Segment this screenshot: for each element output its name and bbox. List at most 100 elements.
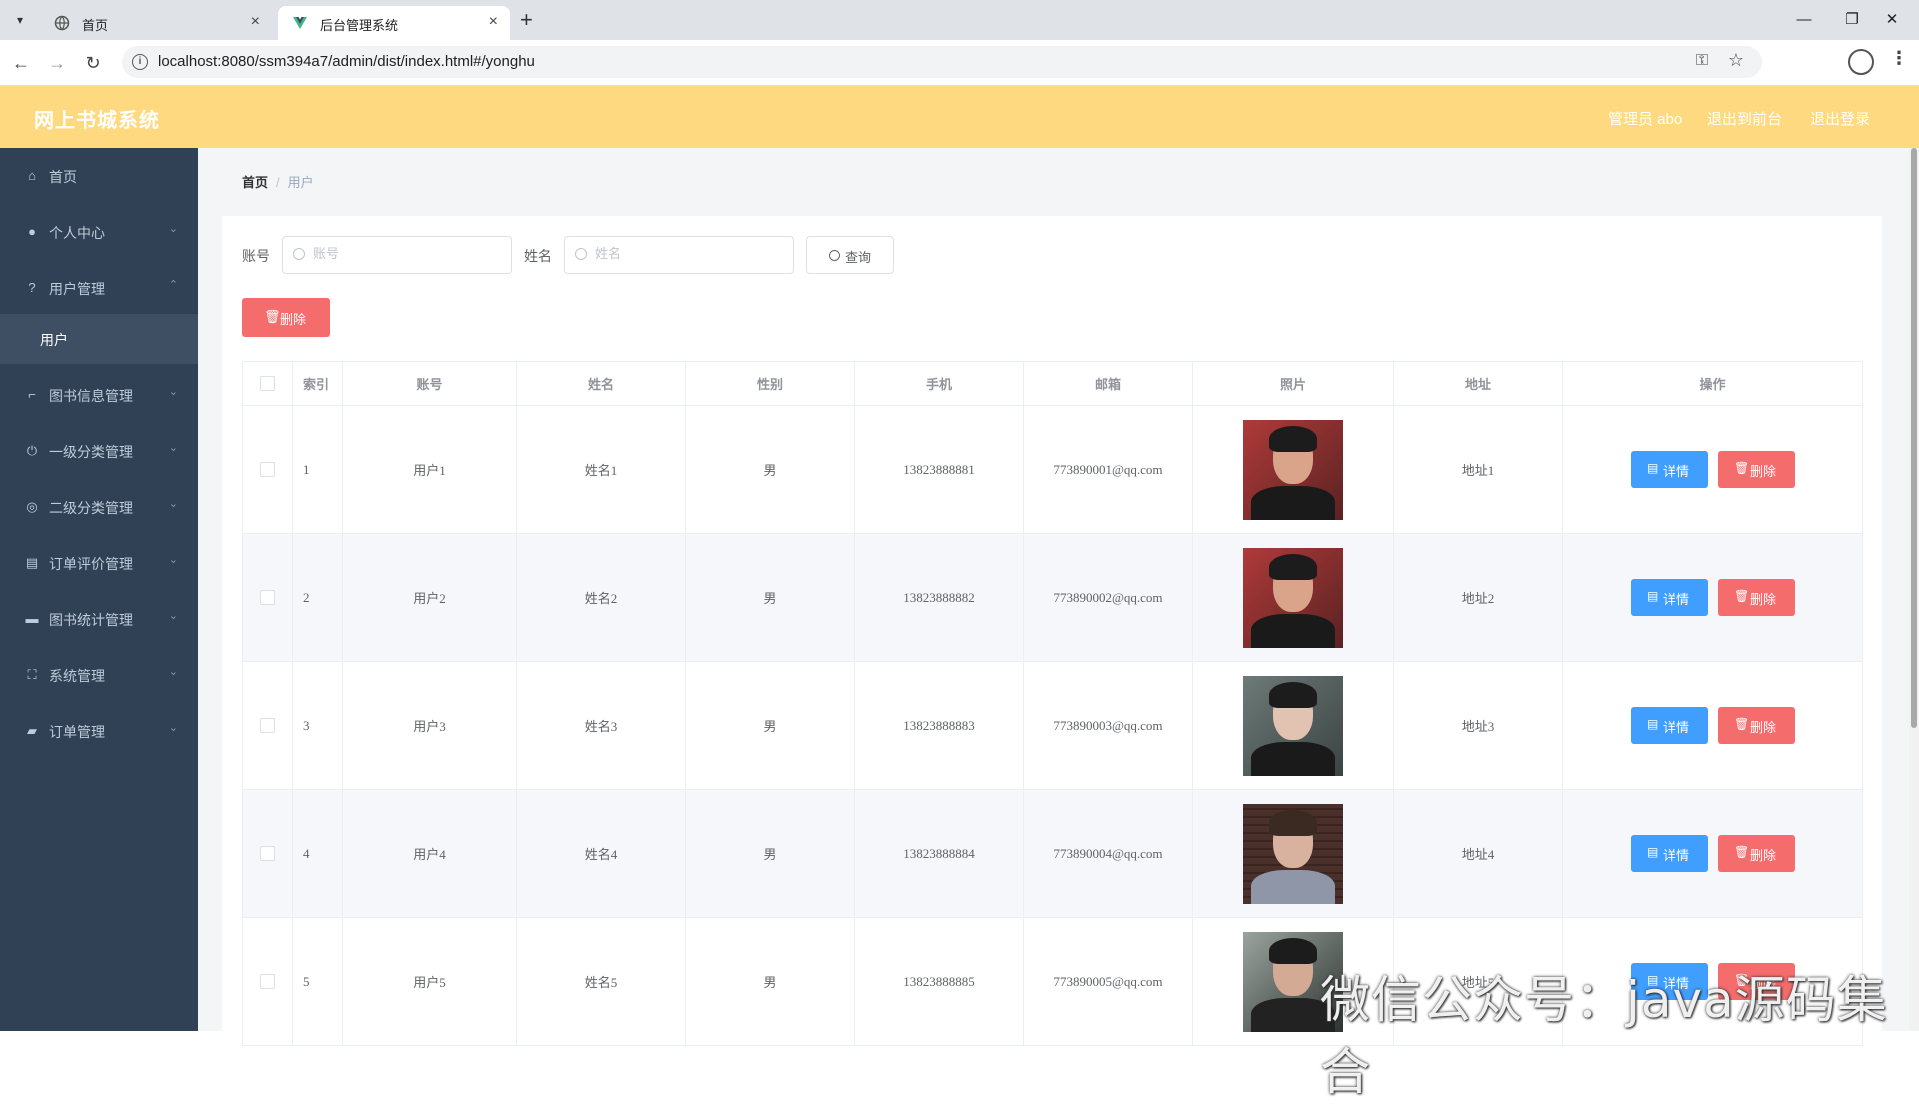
cell-address: 地址3 xyxy=(1394,662,1563,789)
chevron-down-icon: ⌄ xyxy=(168,610,178,622)
cell-name: 姓名3 xyxy=(517,662,686,789)
row-checkbox[interactable] xyxy=(260,462,275,477)
cell-actions: ▤ 详情 🗑 删除 xyxy=(1563,406,1863,533)
breadcrumb-home[interactable]: 首页 xyxy=(242,175,268,190)
user-photo xyxy=(1243,547,1343,648)
account-input-field[interactable] xyxy=(311,245,505,262)
user-table: 索引 账号 姓名 性别 手机 邮箱 照片 地址 操作 1 用户1 姓名1 男 1… xyxy=(242,361,1863,1046)
delete-button[interactable]: 🗑 删除 xyxy=(1718,579,1795,616)
sidebar-item-category-1[interactable]: ⏻ 一级分类管理 ⌄ xyxy=(0,423,198,479)
chevron-down-icon: ⌄ xyxy=(168,498,178,510)
browser-tab-home[interactable]: 首页 × xyxy=(40,6,272,40)
header-sex: 性别 xyxy=(686,362,855,405)
restore-button[interactable]: ❐ xyxy=(1832,8,1872,32)
header-phone: 手机 xyxy=(855,362,1024,405)
cell-photo xyxy=(1193,534,1394,661)
chevron-down-icon: ⌄ xyxy=(168,223,178,235)
logout-link[interactable]: 退出登录 xyxy=(1810,108,1870,129)
detail-button[interactable]: ▤ 详情 xyxy=(1631,835,1708,872)
tab-search-icon[interactable]: ▾ xyxy=(8,8,32,32)
detail-button-label: 详情 xyxy=(1663,848,1690,863)
site-info-icon[interactable]: i xyxy=(132,54,148,70)
tab-title: 首页 xyxy=(82,18,109,33)
row-checkbox[interactable] xyxy=(260,590,275,605)
row-checkbox[interactable] xyxy=(260,974,275,989)
new-tab-button[interactable]: + xyxy=(520,7,533,33)
trash-icon: 🗑 xyxy=(1734,589,1750,603)
close-icon[interactable]: × xyxy=(489,13,498,31)
table-row: 2 用户2 姓名2 男 13823888882 773890002@qq.com… xyxy=(243,534,1863,662)
more-menu-icon[interactable]: ⋮ xyxy=(1890,48,1908,69)
delete-button[interactable]: 🗑 删除 xyxy=(1718,707,1795,744)
sidebar-item-personal-center[interactable]: ● 个人中心 ⌄ xyxy=(0,204,198,260)
cell-phone: 13823888885 xyxy=(855,918,1024,1045)
name-input-field[interactable] xyxy=(593,245,787,262)
cell-email: 773890003@qq.com xyxy=(1024,662,1193,789)
row-checkbox[interactable] xyxy=(260,718,275,733)
cell-email: 773890002@qq.com xyxy=(1024,534,1193,661)
sidebar-item-book-info[interactable]: ⌐ 图书信息管理 ⌄ xyxy=(0,367,198,423)
cell-address: 地址4 xyxy=(1394,790,1563,917)
cell-actions: ▤ 详情 🗑 删除 xyxy=(1563,662,1863,789)
cell-index: 2 xyxy=(293,534,343,661)
sidebar-item-book-stats[interactable]: ▬ 图书统计管理 ⌄ xyxy=(0,591,198,647)
query-button[interactable]: 查询 xyxy=(806,236,894,274)
cell-name: 姓名5 xyxy=(517,918,686,1045)
table-header-row: 索引 账号 姓名 性别 手机 邮箱 照片 地址 操作 xyxy=(243,362,1863,406)
sidebar-item-category-2[interactable]: ◎ 二级分类管理 ⌄ xyxy=(0,479,198,535)
sidebar-item-label: 订单管理 xyxy=(49,724,105,740)
vue-logo-icon xyxy=(293,17,307,29)
account-search-input[interactable] xyxy=(282,236,512,274)
sidebar-item-label: 二级分类管理 xyxy=(49,500,133,516)
star-icon[interactable]: ☆ xyxy=(1728,50,1744,71)
sidebar-item-home[interactable]: ⌂ 首页 xyxy=(0,148,198,204)
sidebar-item-system[interactable]: ⛶ 系统管理 ⌄ xyxy=(0,647,198,703)
breadcrumb-separator: / xyxy=(276,175,280,190)
sidebar-item-orders[interactable]: ▰ 订单管理 ⌄ xyxy=(0,703,198,759)
goods-icon: ▰ xyxy=(27,723,37,738)
batch-delete-button[interactable]: 🗑 删除 xyxy=(242,298,330,337)
sidebar-item-label: 图书统计管理 xyxy=(49,612,133,628)
exit-to-front-link[interactable]: 退出到前台 xyxy=(1707,108,1782,129)
back-arrow-icon[interactable]: ← xyxy=(8,50,34,76)
chevron-up-icon: ⌃ xyxy=(168,279,178,291)
cell-index: 4 xyxy=(293,790,343,917)
cell-address: 地址2 xyxy=(1394,534,1563,661)
forward-arrow-icon[interactable]: → xyxy=(44,50,70,76)
name-search-input[interactable] xyxy=(564,236,794,274)
header-email: 邮箱 xyxy=(1024,362,1193,405)
key-icon[interactable]: ⚿ xyxy=(1696,52,1708,70)
header-photo: 照片 xyxy=(1193,362,1394,405)
cell-name: 姓名1 xyxy=(517,406,686,533)
browser-tab-admin[interactable]: 后台管理系统 × xyxy=(278,6,510,40)
user-icon: ● xyxy=(28,224,36,239)
select-all-cell xyxy=(243,362,293,405)
select-all-checkbox[interactable] xyxy=(260,376,275,391)
cell-account: 用户5 xyxy=(343,918,517,1045)
close-icon[interactable]: × xyxy=(251,13,260,31)
sidebar-item-label: 个人中心 xyxy=(49,225,105,241)
close-window-button[interactable]: ✕ xyxy=(1872,8,1912,32)
url-field[interactable]: i localhost:8080/ssm394a7/admin/dist/ind… xyxy=(122,46,1762,78)
app-header: 网上书城系统 管理员 abo 退出到前台 退出登录 xyxy=(0,86,1919,148)
sidebar-item-order-review[interactable]: ▤ 订单评价管理 ⌄ xyxy=(0,535,198,591)
sidebar-subitem-user[interactable]: 用户 xyxy=(0,314,198,364)
row-select-cell xyxy=(243,790,293,917)
minimize-button[interactable]: — xyxy=(1784,8,1824,32)
table-row: 4 用户4 姓名4 男 13823888884 773890004@qq.com… xyxy=(243,790,1863,918)
detail-button[interactable]: ▤ 详情 xyxy=(1631,579,1708,616)
document-icon: ▤ xyxy=(1647,589,1659,603)
detail-button[interactable]: ▤ 详情 xyxy=(1631,451,1708,488)
row-checkbox[interactable] xyxy=(260,846,275,861)
delete-button[interactable]: 🗑 删除 xyxy=(1718,451,1795,488)
detail-button[interactable]: ▤ 详情 xyxy=(1631,707,1708,744)
name-label: 姓名 xyxy=(524,248,552,264)
sidebar-item-label: 图书信息管理 xyxy=(49,388,133,404)
delete-button[interactable]: 🗑 删除 xyxy=(1718,835,1795,872)
document-icon: ▤ xyxy=(1647,717,1659,731)
browser-tab-bar: ▾ 首页 × 后台管理系统 × + — ❐ ✕ xyxy=(0,0,1919,40)
sidebar-item-user-management[interactable]: ? 用户管理 ⌃ xyxy=(0,260,198,316)
profile-icon[interactable] xyxy=(1848,49,1874,75)
scrollbar-thumb[interactable] xyxy=(1911,148,1917,728)
reload-icon[interactable]: ↻ xyxy=(80,50,106,76)
